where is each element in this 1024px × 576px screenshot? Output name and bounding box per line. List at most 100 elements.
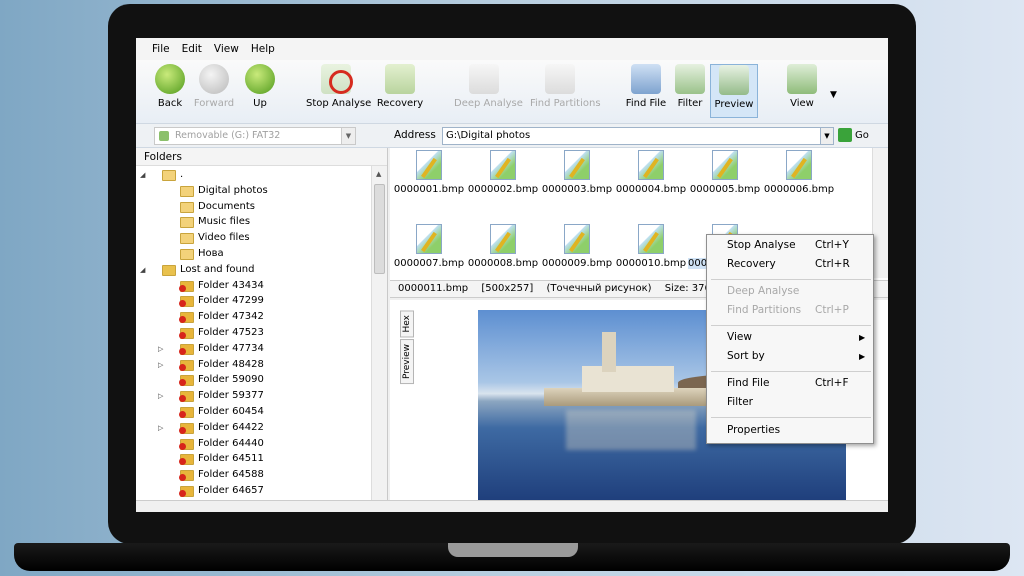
expand-toggle-icon[interactable]: ▷: [158, 361, 163, 369]
tab-preview[interactable]: Preview: [400, 339, 414, 385]
up-arrow-icon: [245, 64, 275, 94]
ctx-recovery[interactable]: Recovery Ctrl+R: [727, 258, 867, 274]
view-dropdown-icon[interactable]: ▼: [830, 90, 837, 100]
lost-folder-icon: [179, 438, 194, 450]
file-item[interactable]: 0000001.bmp: [392, 150, 466, 195]
tree-item[interactable]: Folder 47342: [136, 310, 387, 326]
status-strip: [136, 500, 888, 512]
tree-item[interactable]: Folder 64511: [136, 452, 387, 468]
file-item[interactable]: 0000002.bmp: [466, 150, 540, 195]
tree-item[interactable]: Нова: [136, 247, 387, 263]
tree-item-label: Digital photos: [198, 184, 268, 196]
folder-icon: [180, 233, 194, 245]
ctx-filter[interactable]: Filter: [727, 396, 867, 412]
tree-item[interactable]: Folder 64440: [136, 437, 387, 453]
tree-item[interactable]: Documents: [136, 200, 387, 216]
file-item[interactable]: 0000007.bmp: [392, 224, 466, 269]
bitmap-file-icon: [564, 150, 590, 180]
drive-select[interactable]: Removable (G:) FAT32 ▼: [154, 127, 356, 145]
expand-toggle-icon[interactable]: ◢: [140, 266, 145, 274]
up-button[interactable]: Up: [230, 64, 290, 118]
address-input[interactable]: G:\Digital photos: [442, 127, 834, 145]
recovery-icon: [385, 64, 415, 94]
file-item[interactable]: 0000005.bmp: [688, 150, 762, 195]
submenu-arrow-icon: ▶: [859, 333, 866, 342]
tree-item[interactable]: Folder 43434: [136, 279, 387, 295]
preview-button[interactable]: Preview: [710, 64, 758, 118]
file-item[interactable]: 0000004.bmp: [614, 150, 688, 195]
tree-item[interactable]: Video files: [136, 231, 387, 247]
file-item[interactable]: 0000010.bmp: [614, 224, 688, 269]
go-button[interactable]: Go: [838, 128, 869, 142]
ctx-find-partitions[interactable]: Find Partitions Ctrl+P: [727, 304, 867, 320]
tree-item[interactable]: ▷ Folder 59377: [136, 389, 387, 405]
bitmap-file-icon: [786, 150, 812, 180]
tree-item[interactable]: Digital photos: [136, 184, 387, 200]
menu-view[interactable]: View: [214, 43, 239, 55]
ctx-stop-analyse[interactable]: Stop Analyse Ctrl+Y: [727, 239, 867, 255]
preview-icon: [719, 65, 749, 95]
ctx-deep-analyse[interactable]: Deep Analyse: [727, 285, 867, 301]
scroll-up-icon[interactable]: ▲: [376, 170, 381, 178]
tab-hex[interactable]: Hex: [400, 310, 414, 338]
tree-item-label: Folder 64422: [198, 421, 264, 433]
tree-item-label: Folder 48428: [198, 358, 264, 370]
deep-analyse-button[interactable]: Deep Analyse: [454, 64, 523, 118]
menu-file[interactable]: File: [152, 43, 170, 55]
tree-item-label: Folder 64511: [198, 453, 264, 465]
folder-icon: [180, 248, 194, 260]
file-name: 0000005.bmp: [689, 184, 761, 195]
tree-item[interactable]: Folder 47299: [136, 294, 387, 310]
view-button[interactable]: View: [772, 64, 832, 118]
menu-help[interactable]: Help: [251, 43, 275, 55]
file-item[interactable]: 0000003.bmp: [540, 150, 614, 195]
tree-item[interactable]: Folder 59090: [136, 373, 387, 389]
toolbar: Back Forward Up Stop Analyse Recovery De…: [136, 60, 888, 124]
ctx-separator: [711, 417, 871, 418]
expand-toggle-icon[interactable]: ◢: [140, 171, 145, 179]
expand-toggle-icon[interactable]: ▷: [158, 424, 163, 432]
tree-item[interactable]: Folder 64588: [136, 468, 387, 484]
bitmap-file-icon: [564, 224, 590, 254]
scroll-thumb[interactable]: [374, 184, 385, 274]
bitmap-file-icon: [638, 224, 664, 254]
file-name: 0000001.bmp: [393, 184, 465, 195]
expand-toggle-icon[interactable]: ▷: [158, 345, 163, 353]
lost-folder-icon: [179, 375, 194, 387]
folder-icon: [180, 201, 194, 213]
info-filename: 0000011.bmp: [398, 283, 469, 294]
tree-item[interactable]: ◢ Lost and found: [136, 263, 387, 279]
tree-item[interactable]: Music files: [136, 215, 387, 231]
tree-item[interactable]: ▷ Folder 48428: [136, 358, 387, 374]
tree-item[interactable]: Folder 47523: [136, 326, 387, 342]
folder-icon: [180, 185, 194, 197]
tree-item[interactable]: ◢.: [136, 168, 387, 184]
folder-icon: [180, 217, 194, 229]
ctx-sort-by[interactable]: Sort by ▶: [727, 350, 867, 366]
file-name: 0000009.bmp: [541, 258, 613, 269]
file-item[interactable]: 0000006.bmp: [762, 150, 836, 195]
tree-item[interactable]: Folder 60454: [136, 405, 387, 421]
file-item[interactable]: 0000008.bmp: [466, 224, 540, 269]
lost-folder-icon: [179, 312, 194, 324]
stop-icon: [321, 64, 353, 94]
folders-scrollbar[interactable]: ▲ ▼: [371, 166, 387, 512]
stop-analyse-button[interactable]: Stop Analyse: [306, 64, 371, 118]
tree-item[interactable]: ▷ Folder 64422: [136, 421, 387, 437]
file-item[interactable]: 0000009.bmp: [540, 224, 614, 269]
menu-edit[interactable]: Edit: [182, 43, 202, 55]
ctx-properties[interactable]: Properties: [727, 424, 867, 440]
expand-toggle-icon[interactable]: ▷: [158, 392, 163, 400]
files-scrollbar[interactable]: [872, 148, 888, 278]
ctx-find-file[interactable]: Find File Ctrl+F: [727, 377, 867, 393]
tree-item[interactable]: ▷ Folder 47734: [136, 342, 387, 358]
recovery-button[interactable]: Recovery: [370, 64, 430, 118]
tree-item[interactable]: Folder 64657: [136, 484, 387, 500]
chevron-down-icon[interactable]: ▼: [341, 128, 355, 144]
ctx-view[interactable]: View ▶: [727, 331, 867, 347]
tree-item-label: Folder 47299: [198, 295, 264, 307]
file-name: 0000004.bmp: [615, 184, 687, 195]
laptop-notch: [448, 543, 578, 557]
find-partitions-button[interactable]: Find Partitions: [530, 64, 601, 118]
address-dropdown-icon[interactable]: ▼: [820, 127, 834, 145]
